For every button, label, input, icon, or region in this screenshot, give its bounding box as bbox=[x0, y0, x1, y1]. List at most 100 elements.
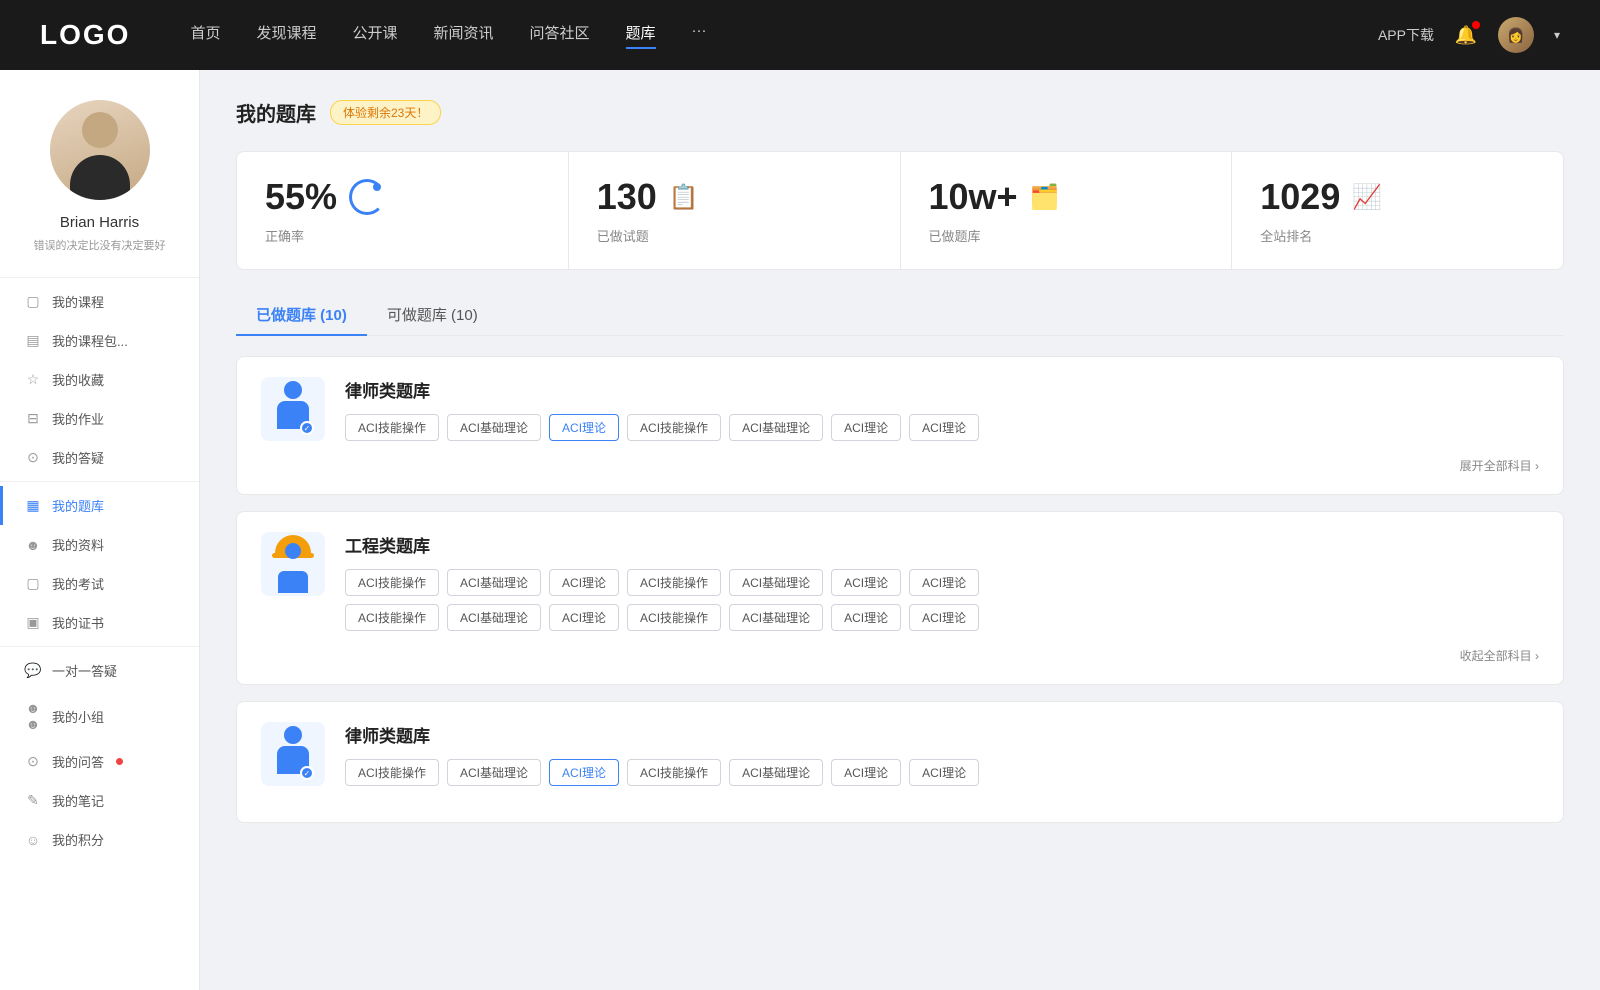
cert-icon: ▣ bbox=[24, 614, 42, 631]
sidebar-item-myanswer[interactable]: ⊙ 我的问答 bbox=[0, 742, 199, 781]
sidebar-item-mypoints[interactable]: ☺ 我的积分 bbox=[0, 820, 199, 859]
tag-l1-3[interactable]: ACI理论 bbox=[549, 414, 619, 441]
tag-l1-6[interactable]: ACI理论 bbox=[831, 414, 901, 441]
lawyer-icon-wrap-1: ✓ bbox=[261, 377, 325, 441]
course-icon: ▢ bbox=[24, 293, 42, 310]
tag-e1-6[interactable]: ACI理论 bbox=[831, 569, 901, 596]
onetoone-icon: 💬 bbox=[24, 662, 42, 679]
questionbank-icon: ▦ bbox=[24, 497, 42, 514]
stat-questions-top: 130 📋 bbox=[597, 176, 872, 218]
grid-icon: 🗂️ bbox=[1030, 183, 1060, 212]
tag-l1-2[interactable]: ACI基础理论 bbox=[447, 414, 541, 441]
notification-bell[interactable]: 🔔 bbox=[1454, 23, 1478, 47]
sidebar-item-mycourse[interactable]: ▢ 我的课程 bbox=[0, 282, 199, 321]
bank-card-engineer-header: 工程类题库 ACI技能操作 ACI基础理论 ACI理论 ACI技能操作 ACI基… bbox=[261, 532, 1539, 631]
tag-e2-1[interactable]: ACI技能操作 bbox=[345, 604, 439, 631]
list-icon: 📋 bbox=[669, 183, 699, 212]
tag-e2-3[interactable]: ACI理论 bbox=[549, 604, 619, 631]
stat-questions: 130 📋 已做试题 bbox=[569, 152, 901, 269]
engineer-figure bbox=[267, 535, 319, 593]
nav-opencourse[interactable]: 公开课 bbox=[352, 22, 397, 49]
sidebar-item-mypackage[interactable]: ▤ 我的课程包... bbox=[0, 321, 199, 360]
expand-btn-engineer[interactable]: 收起全部科目 › bbox=[1460, 647, 1539, 664]
bank-card-lawyer-2-body: 律师类题库 ACI技能操作 ACI基础理论 ACI理论 ACI技能操作 ACI基… bbox=[345, 722, 1539, 786]
stat-accuracy-label: 正确率 bbox=[265, 226, 540, 245]
sidebar-divider-2 bbox=[0, 646, 199, 647]
tag-e1-1[interactable]: ACI技能操作 bbox=[345, 569, 439, 596]
sidebar-item-myprofile[interactable]: ☻ 我的资料 bbox=[0, 525, 199, 564]
tag-l2-6[interactable]: ACI理论 bbox=[831, 759, 901, 786]
nav-discover[interactable]: 发现课程 bbox=[256, 22, 316, 49]
tag-l2-2[interactable]: ACI基础理论 bbox=[447, 759, 541, 786]
avatar[interactable]: 👩 bbox=[1498, 17, 1534, 53]
nav-qa[interactable]: 问答社区 bbox=[530, 22, 590, 49]
tag-l2-7[interactable]: ACI理论 bbox=[909, 759, 979, 786]
group-icon: ☻☻ bbox=[24, 700, 42, 732]
figure-head bbox=[284, 381, 302, 399]
tag-e2-4[interactable]: ACI技能操作 bbox=[627, 604, 721, 631]
sidebar-item-mynotes[interactable]: ✎ 我的笔记 bbox=[0, 781, 199, 820]
tag-l1-4[interactable]: ACI技能操作 bbox=[627, 414, 721, 441]
homework-icon: ⊟ bbox=[24, 410, 42, 427]
sidebar-label-myanswer: 我的问答 bbox=[52, 752, 104, 771]
sidebar-item-myquestionbank[interactable]: ▦ 我的题库 bbox=[0, 486, 199, 525]
tag-l1-7[interactable]: ACI理论 bbox=[909, 414, 979, 441]
sidebar-item-mycert[interactable]: ▣ 我的证书 bbox=[0, 603, 199, 642]
nav-news[interactable]: 新闻资讯 bbox=[434, 22, 494, 49]
bank-card-engineer-body: 工程类题库 ACI技能操作 ACI基础理论 ACI理论 ACI技能操作 ACI基… bbox=[345, 532, 1539, 631]
tag-e1-7[interactable]: ACI理论 bbox=[909, 569, 979, 596]
bank-title-lawyer-2: 律师类题库 bbox=[345, 722, 1539, 747]
sidebar-item-myhomework[interactable]: ⊟ 我的作业 bbox=[0, 399, 199, 438]
check-circle: ✓ bbox=[300, 421, 314, 435]
app-download-link[interactable]: APP下载 bbox=[1378, 25, 1434, 45]
tag-e2-7[interactable]: ACI理论 bbox=[909, 604, 979, 631]
sidebar-item-myqa[interactable]: ⊙ 我的答疑 bbox=[0, 438, 199, 477]
tag-l2-1[interactable]: ACI技能操作 bbox=[345, 759, 439, 786]
qa-icon: ⊙ bbox=[24, 449, 42, 466]
tag-l1-1[interactable]: ACI技能操作 bbox=[345, 414, 439, 441]
bank-title-engineer: 工程类题库 bbox=[345, 532, 1539, 557]
sidebar-label-myprofile: 我的资料 bbox=[52, 535, 104, 554]
head bbox=[285, 543, 301, 559]
figure-head-2 bbox=[284, 726, 302, 744]
tag-e1-3[interactable]: ACI理论 bbox=[549, 569, 619, 596]
chevron-down-icon[interactable]: ▾ bbox=[1554, 28, 1560, 42]
nav-home[interactable]: 首页 bbox=[190, 22, 220, 49]
bank-card-lawyer-1-body: 律师类题库 ACI技能操作 ACI基础理论 ACI理论 ACI技能操作 ACI基… bbox=[345, 377, 1539, 441]
main-content: 我的题库 体验剩余23天！ 55% 正确率 130 📋 已做试题 bbox=[200, 70, 1600, 990]
notes-icon: ✎ bbox=[24, 792, 42, 809]
tag-e1-5[interactable]: ACI基础理论 bbox=[729, 569, 823, 596]
star-icon: ☆ bbox=[24, 371, 42, 388]
tag-e2-5[interactable]: ACI基础理论 bbox=[729, 604, 823, 631]
sidebar-username: Brian Harris bbox=[60, 214, 139, 231]
stat-banks-value: 10w+ bbox=[929, 176, 1018, 218]
stat-accuracy: 55% 正确率 bbox=[237, 152, 569, 269]
nav-questionbank[interactable]: 题库 bbox=[626, 22, 656, 49]
sidebar-item-onetoone[interactable]: 💬 一对一答疑 bbox=[0, 651, 199, 690]
tag-e1-4[interactable]: ACI技能操作 bbox=[627, 569, 721, 596]
bank-tags-lawyer-1: ACI技能操作 ACI基础理论 ACI理论 ACI技能操作 ACI基础理论 AC… bbox=[345, 414, 1539, 441]
stat-banks-label: 已做题库 bbox=[929, 226, 1204, 245]
sidebar-item-myexam[interactable]: ▢ 我的考试 bbox=[0, 564, 199, 603]
expand-btn-lawyer-1[interactable]: 展开全部科目 › bbox=[1460, 457, 1539, 474]
tag-e2-2[interactable]: ACI基础理论 bbox=[447, 604, 541, 631]
check-circle-2: ✓ bbox=[300, 766, 314, 780]
tag-l2-4[interactable]: ACI技能操作 bbox=[627, 759, 721, 786]
sidebar-label-myexam: 我的考试 bbox=[52, 574, 104, 593]
tag-e1-2[interactable]: ACI基础理论 bbox=[447, 569, 541, 596]
tag-e2-6[interactable]: ACI理论 bbox=[831, 604, 901, 631]
tag-l1-5[interactable]: ACI基础理论 bbox=[729, 414, 823, 441]
tab-available[interactable]: 可做题库 (10) bbox=[367, 294, 498, 335]
sidebar-item-mygroup[interactable]: ☻☻ 我的小组 bbox=[0, 690, 199, 742]
bank-footer-lawyer-1: 展开全部科目 › bbox=[261, 457, 1539, 474]
sidebar-item-myfavorite[interactable]: ☆ 我的收藏 bbox=[0, 360, 199, 399]
tag-l2-5[interactable]: ACI基础理论 bbox=[729, 759, 823, 786]
profile-icon: ☻ bbox=[24, 537, 42, 553]
notification-dot bbox=[1472, 21, 1480, 29]
tag-l2-3[interactable]: ACI理论 bbox=[549, 759, 619, 786]
tab-done[interactable]: 已做题库 (10) bbox=[236, 294, 367, 335]
sidebar-divider-mid bbox=[0, 481, 199, 482]
nav-more[interactable]: ··· bbox=[692, 22, 707, 49]
topnav: LOGO 首页 发现课程 公开课 新闻资讯 问答社区 题库 ··· APP下载 … bbox=[0, 0, 1600, 70]
bank-card-engineer: 工程类题库 ACI技能操作 ACI基础理论 ACI理论 ACI技能操作 ACI基… bbox=[236, 511, 1564, 685]
